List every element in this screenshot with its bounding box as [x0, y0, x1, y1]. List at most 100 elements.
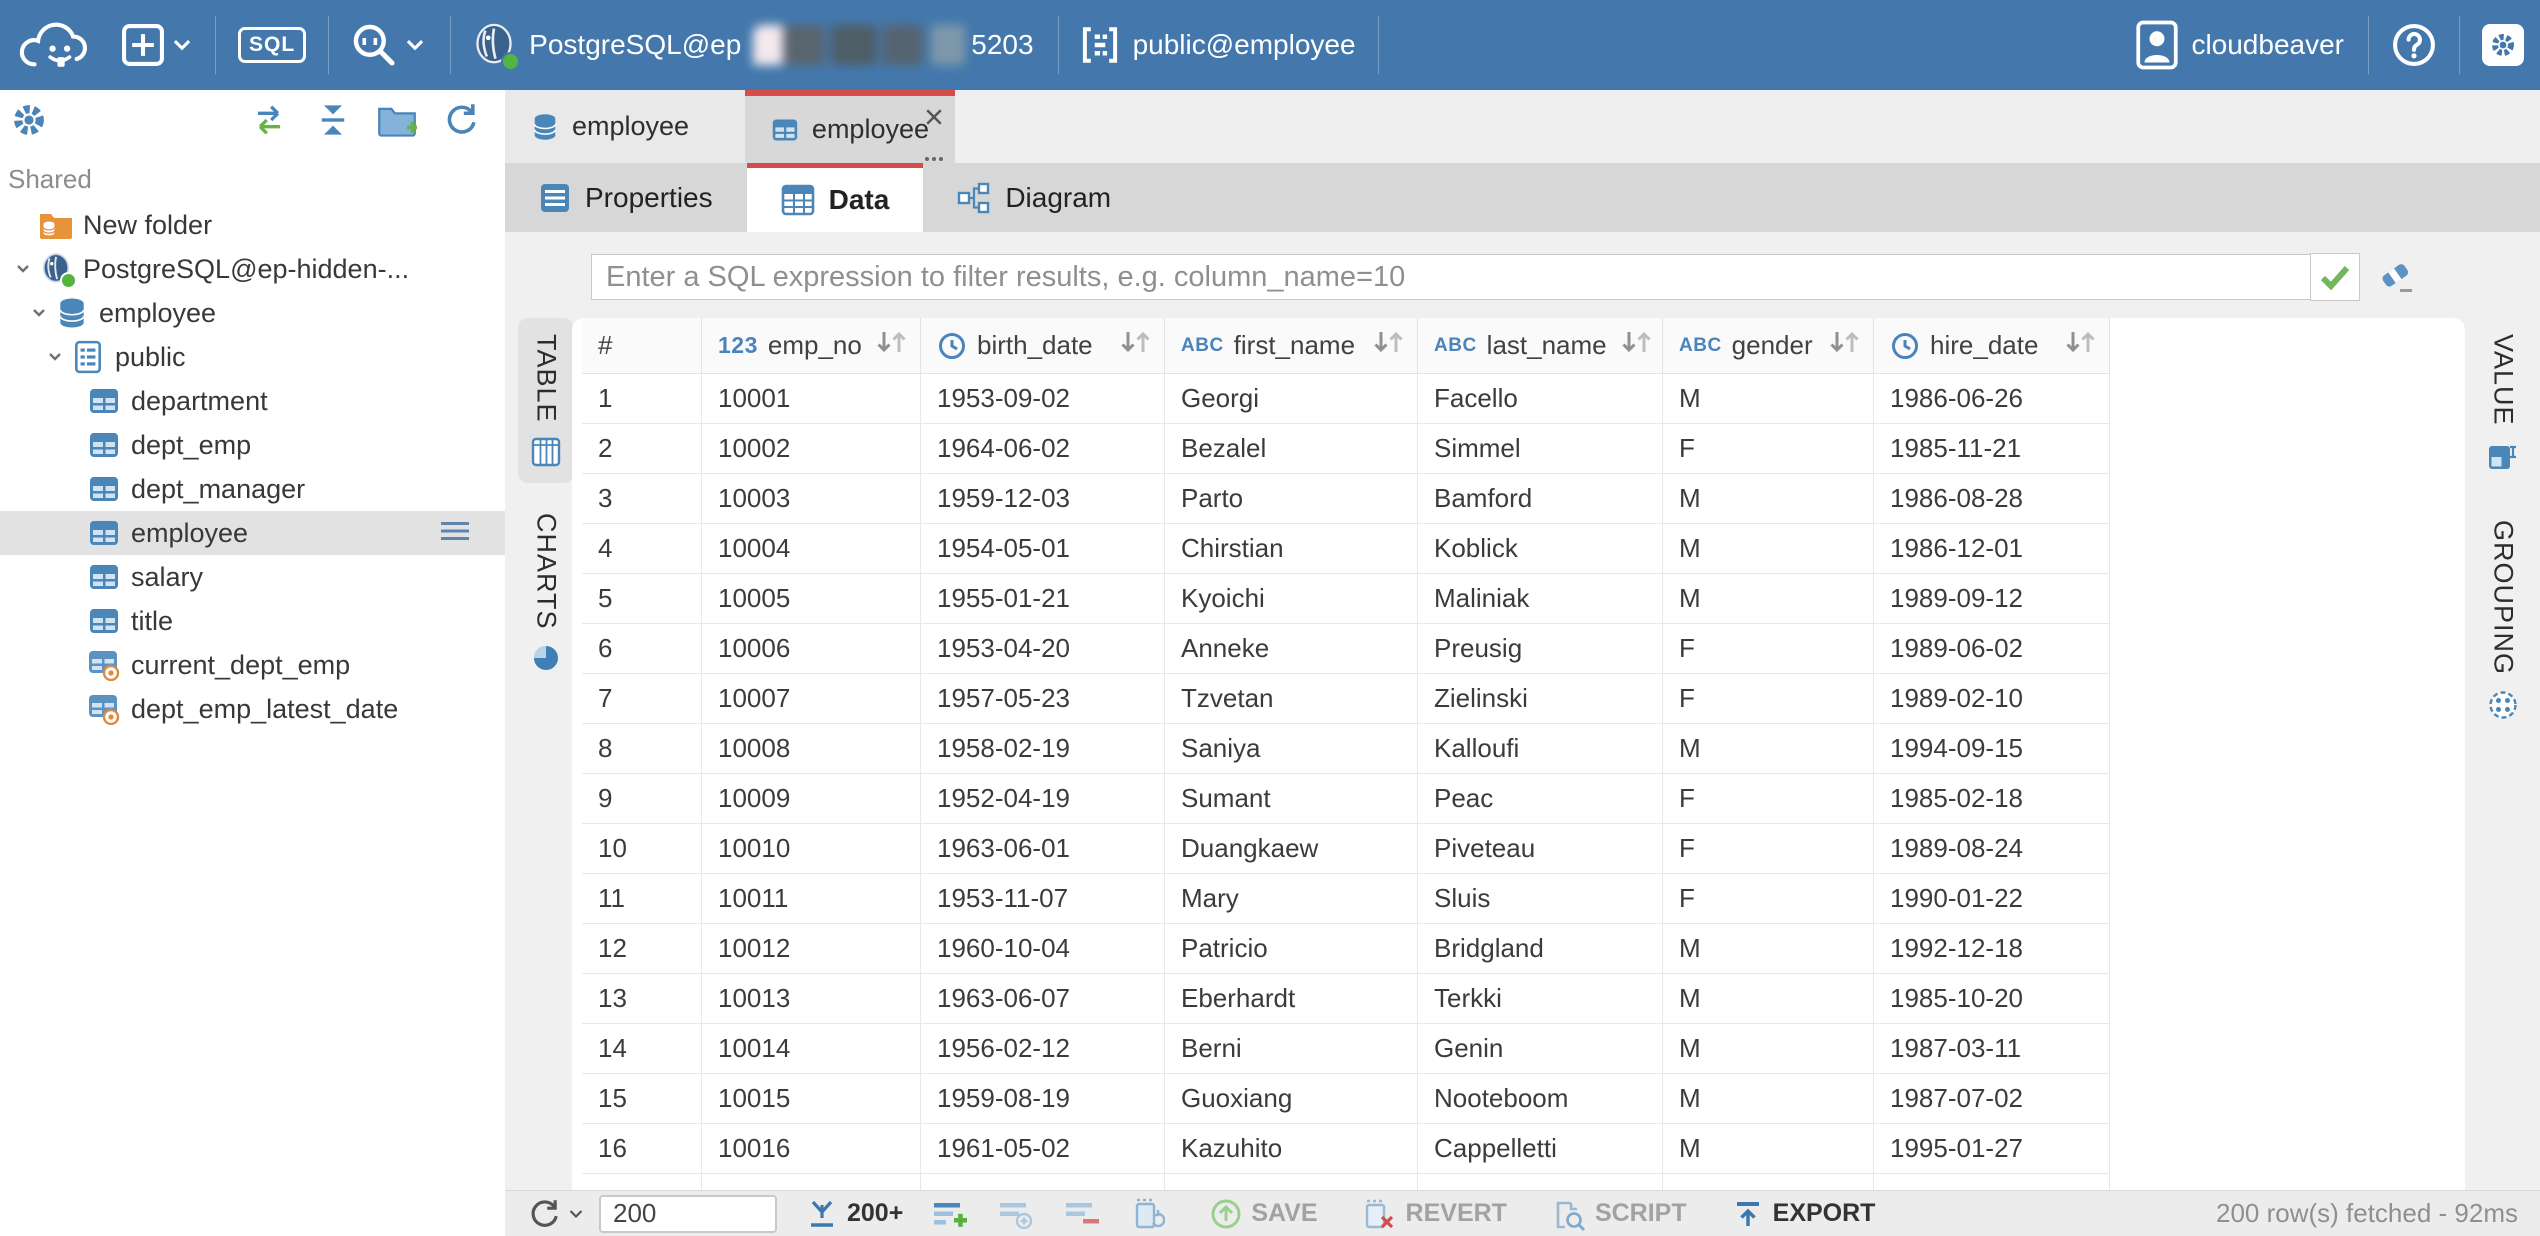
table-cell-last-name[interactable]: Preusig — [1418, 624, 1663, 674]
table-cell-hire-date[interactable]: 1986-12-01 — [1874, 524, 2110, 574]
tab-diagram[interactable]: Diagram — [923, 163, 1145, 232]
tree-item-database-employee[interactable]: employee — [0, 291, 505, 335]
table-cell-hire-date[interactable]: 1985-11-21 — [1874, 424, 2110, 474]
table-cell-first-name[interactable]: Duangkaew — [1165, 824, 1418, 874]
table-cell-birth-date[interactable]: 1960-10-04 — [921, 924, 1165, 974]
navigator-settings-gear-icon[interactable] — [10, 101, 48, 144]
connection-search-button[interactable] — [349, 20, 424, 70]
revert-button[interactable]: REVERT — [1362, 1197, 1507, 1231]
row-number-cell[interactable]: 2 — [582, 424, 702, 474]
sort-arrows-icon[interactable] — [872, 327, 920, 364]
table-cell-emp-no[interactable]: 10007 — [702, 674, 921, 724]
table-cell-gender[interactable]: M — [1663, 724, 1874, 774]
sort-arrows-icon[interactable] — [1369, 327, 1417, 364]
table-cell-last-name[interactable]: Koblick — [1418, 524, 1663, 574]
table-cell-gender[interactable]: M — [1663, 924, 1874, 974]
table-cell-birth-date[interactable]: 1961-05-02 — [921, 1124, 1165, 1174]
table-cell-hire-date[interactable]: 1989-08-24 — [1874, 824, 2110, 874]
table-cell-gender[interactable]: F — [1663, 424, 1874, 474]
column-header-gender[interactable]: ABC gender — [1663, 318, 1874, 374]
connection-selector[interactable]: PostgreSQL@ep 5203 — [471, 22, 1033, 68]
column-header-hire-date[interactable]: hire_date — [1874, 318, 2110, 374]
new-connection-button[interactable] — [120, 22, 191, 68]
table-cell-first-name[interactable]: Bezalel — [1165, 424, 1418, 474]
table-row[interactable]: 16 10016 1961-05-02 Kazuhito Cappelletti… — [582, 1124, 2110, 1174]
settings-button[interactable] — [2482, 24, 2524, 66]
table-cell-emp-no[interactable]: 10006 — [702, 624, 921, 674]
table-cell-first-name[interactable]: Chirstian — [1165, 524, 1418, 574]
row-number-cell[interactable]: 5 — [582, 574, 702, 624]
table-cell-birth-date[interactable]: 1963-06-07 — [921, 974, 1165, 1024]
row-number-cell[interactable]: 14 — [582, 1024, 702, 1074]
table-cell-last-name[interactable]: Bamford — [1418, 474, 1663, 524]
table-cell-hire-date[interactable]: 1987-07-02 — [1874, 1074, 2110, 1124]
table-row[interactable]: 15 10015 1959-08-19 Guoxiang Nooteboom M… — [582, 1074, 2110, 1124]
table-cell-hire-date[interactable]: 1986-06-26 — [1874, 374, 2110, 424]
table-cell-first-name[interactable]: Kazuhito — [1165, 1124, 1418, 1174]
table-cell-birth-date[interactable]: 1957-05-23 — [921, 674, 1165, 724]
table-cell-birth-date[interactable]: 1952-04-19 — [921, 774, 1165, 824]
user-menu[interactable]: cloudbeaver — [2135, 20, 2344, 70]
table-cell-hire-date[interactable]: 1985-02-18 — [1874, 774, 2110, 824]
table-cell-emp-no[interactable]: 10011 — [702, 874, 921, 924]
refresh-icon[interactable] — [443, 102, 479, 143]
row-number-cell[interactable]: 4 — [582, 524, 702, 574]
table-row[interactable]: 1 10001 1953-09-02 Georgi Facello M 1986… — [582, 374, 2110, 424]
table-cell-emp-no[interactable]: 10012 — [702, 924, 921, 974]
row-number-cell[interactable]: 3 — [582, 474, 702, 524]
table-row[interactable]: 14 10014 1956-02-12 Berni Genin M 1987-0… — [582, 1024, 2110, 1074]
add-row-button[interactable] — [931, 1198, 969, 1230]
table-cell-first-name[interactable]: Patricio — [1165, 924, 1418, 974]
help-button[interactable] — [2391, 22, 2437, 68]
table-cell-hire-date[interactable]: 1994-09-15 — [1874, 724, 2110, 774]
tab-properties[interactable]: Properties — [505, 163, 747, 232]
table-cell-hire-date[interactable]: 1990-01-22 — [1874, 874, 2110, 924]
tree-item-table-dept-emp[interactable]: dept_emp — [0, 423, 505, 467]
table-cell-hire-date[interactable]: 1987-03-11 — [1874, 1024, 2110, 1074]
row-number-cell[interactable]: 11 — [582, 874, 702, 924]
table-cell-hire-date[interactable]: 1992-12-18 — [1874, 924, 2110, 974]
row-number-cell[interactable]: 9 — [582, 774, 702, 824]
table-row[interactable]: 3 10003 1959-12-03 Parto Bamford M 1986-… — [582, 474, 2110, 524]
row-limit-input[interactable] — [599, 1195, 777, 1233]
table-cell-first-name[interactable]: Sumant — [1165, 774, 1418, 824]
tab-data-active[interactable]: Data — [747, 163, 924, 232]
table-cell-hire-date[interactable]: 1989-02-10 — [1874, 674, 2110, 724]
table-cell-first-name[interactable]: Parto — [1165, 474, 1418, 524]
tree-item-new-folder[interactable]: New folder — [0, 203, 505, 247]
tree-item-table-salary[interactable]: salary — [0, 555, 505, 599]
editor-tab-database[interactable]: employee — [505, 90, 745, 163]
table-row[interactable]: 12 10012 1960-10-04 Patricio Bridgland M… — [582, 924, 2110, 974]
chevron-down-icon[interactable] — [8, 259, 38, 279]
row-number-cell[interactable]: 12 — [582, 924, 702, 974]
tab-grouping[interactable]: GROUPING — [2466, 504, 2540, 737]
table-row[interactable]: 11 10011 1953-11-07 Mary Sluis F 1990-01… — [582, 874, 2110, 924]
table-cell-birth-date[interactable]: 1953-11-07 — [921, 874, 1165, 924]
refresh-result-button[interactable] — [527, 1197, 583, 1231]
table-cell-birth-date[interactable]: 1959-08-19 — [921, 1074, 1165, 1124]
table-cell-last-name[interactable]: Cappelletti — [1418, 1124, 1663, 1174]
column-header-rownum[interactable]: # — [582, 318, 702, 374]
table-cell-birth-date[interactable]: 1958-02-19 — [921, 724, 1165, 774]
table-row[interactable]: 9 10009 1952-04-19 Sumant Peac F 1985-02… — [582, 774, 2110, 824]
column-header-first-name[interactable]: ABC first_name — [1165, 318, 1418, 374]
tree-item-table-employee-selected[interactable]: employee — [0, 511, 505, 555]
table-cell-hire-date[interactable]: 1989-09-12 — [1874, 574, 2110, 624]
table-row[interactable]: 2 10002 1964-06-02 Bezalel Simmel F 1985… — [582, 424, 2110, 474]
table-cell-emp-no[interactable]: 10016 — [702, 1124, 921, 1174]
tree-item-postgresql-connection[interactable]: PostgreSQL@ep-hidden-... — [0, 247, 505, 291]
tab-options-icon[interactable] — [925, 157, 943, 161]
table-cell-emp-no[interactable]: 10001 — [702, 374, 921, 424]
table-cell-first-name[interactable]: Saniya — [1165, 724, 1418, 774]
table-cell-birth-date[interactable]: 1954-05-01 — [921, 524, 1165, 574]
sort-arrows-icon[interactable] — [1825, 327, 1873, 364]
editor-tab-table-active[interactable]: employee — [745, 90, 955, 163]
table-cell-gender[interactable]: M — [1663, 1024, 1874, 1074]
table-cell-emp-no[interactable]: 10013 — [702, 974, 921, 1024]
table-cell-last-name[interactable]: Zielinski — [1418, 674, 1663, 724]
sort-arrows-icon[interactable] — [2061, 327, 2109, 364]
table-cell-emp-no[interactable]: 10009 — [702, 774, 921, 824]
row-number-cell[interactable]: 8 — [582, 724, 702, 774]
table-cell-gender[interactable]: M — [1663, 1074, 1874, 1124]
table-cell-birth-date[interactable]: 1953-04-20 — [921, 624, 1165, 674]
